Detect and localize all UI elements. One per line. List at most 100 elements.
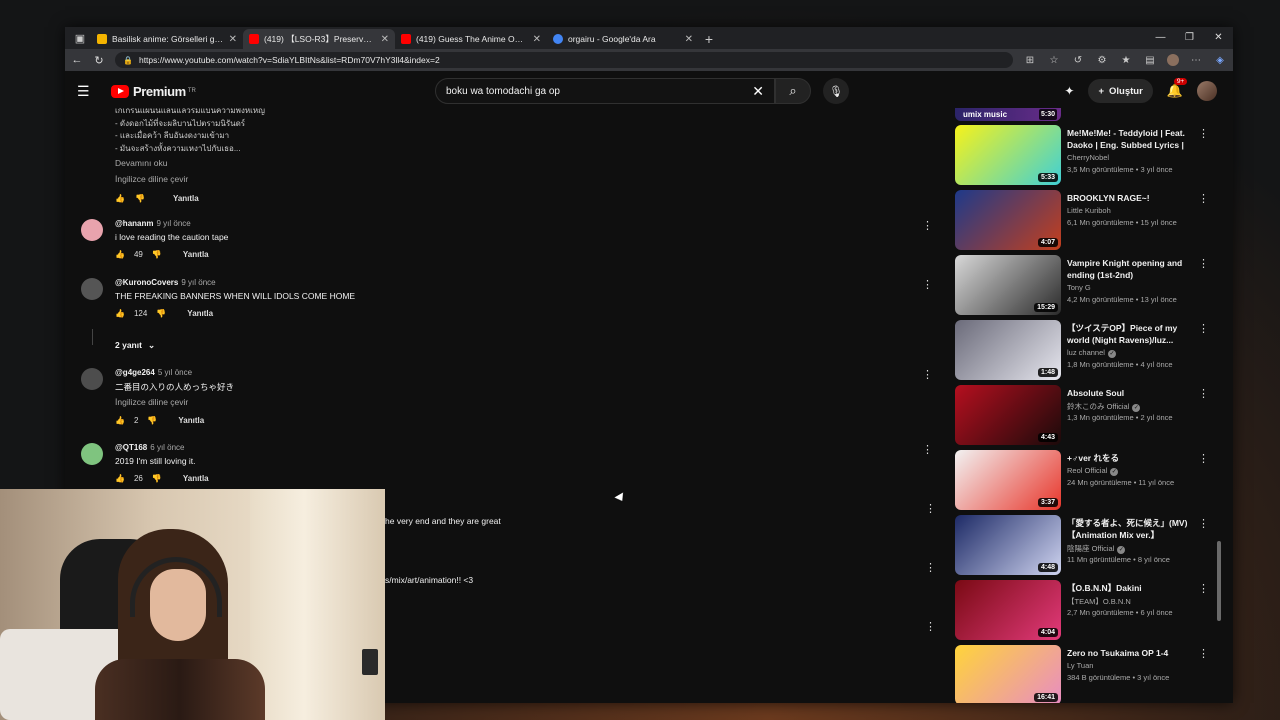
recommended-video[interactable]: 4:48 「愛する者よ、死に候え」(MV) 【Animation Mix ver.… xyxy=(955,515,1223,577)
like-icon[interactable]: 👍 xyxy=(115,194,125,203)
more-options-icon[interactable]: ⋮ xyxy=(1198,127,1209,140)
recommended-video[interactable]: 5:33 Me!Me!Me! - Teddyloid | Feat. Daoko … xyxy=(955,125,1223,187)
channel-name[interactable]: 【TEAM】O.B.N.N xyxy=(1067,596,1131,607)
recommended-video[interactable]: 15:29 Vampire Knight opening and ending (… xyxy=(955,255,1223,317)
video-thumbnail[interactable]: 4:48 xyxy=(955,515,1061,575)
lock-icon[interactable]: 🔒 xyxy=(123,56,133,65)
show-replies-button[interactable]: 2 yanıt ⌄ xyxy=(115,340,155,351)
translate-link[interactable]: İngilizce diline çevir xyxy=(115,174,188,184)
more-options-icon[interactable]: ⋮ xyxy=(922,443,933,456)
more-options-icon[interactable]: ⋮ xyxy=(925,502,936,515)
video-thumbnail[interactable]: 1:48 xyxy=(955,320,1061,380)
close-tab-icon[interactable]: ✕ xyxy=(381,34,389,45)
channel-name[interactable]: Tony G xyxy=(1067,283,1091,292)
scrollbar[interactable] xyxy=(1217,541,1221,621)
like-icon[interactable]: 👍 xyxy=(115,416,125,425)
avatar[interactable] xyxy=(81,278,103,300)
settings-menu-icon[interactable]: ⋯ xyxy=(1189,55,1203,66)
more-options-icon[interactable]: ⋮ xyxy=(922,219,933,232)
comment-age[interactable]: 9 yıl önce xyxy=(181,278,215,287)
voice-search-button[interactable]: 🎙 xyxy=(823,78,849,104)
favorites-icon[interactable]: ★ xyxy=(1119,55,1133,66)
account-avatar[interactable] xyxy=(1197,81,1217,101)
close-tab-icon[interactable]: ✕ xyxy=(685,34,693,45)
like-icon[interactable]: 👍 xyxy=(115,309,125,318)
channel-name[interactable]: 鈴木このみ Official ✓ xyxy=(1067,401,1141,412)
reply-button[interactable]: Yanıtla xyxy=(178,416,204,425)
like-icon[interactable]: 👍 xyxy=(115,474,125,483)
read-more-link[interactable]: Devamını oku xyxy=(115,158,167,168)
more-options-icon[interactable]: ⋮ xyxy=(1198,192,1209,205)
avatar[interactable] xyxy=(81,443,103,465)
close-tab-icon[interactable]: ✕ xyxy=(533,34,541,45)
reply-button[interactable]: Yanıtla xyxy=(187,309,213,318)
close-tab-icon[interactable]: ✕ xyxy=(229,34,237,45)
restore-icon[interactable]: ❐ xyxy=(1175,27,1204,49)
video-thumbnail[interactable]: 3:37 xyxy=(955,450,1061,510)
dislike-icon[interactable]: 👎 xyxy=(135,194,145,203)
dislike-icon[interactable]: 👎 xyxy=(152,250,162,259)
tab-guess-anime[interactable]: (419) Guess The Anime Opening ( ✕ xyxy=(395,29,547,49)
recommended-video[interactable]: 1:48 【ツイステOP】Piece of my world (Night Rav… xyxy=(955,320,1223,382)
avatar[interactable] xyxy=(81,219,103,241)
dislike-icon[interactable]: 👎 xyxy=(156,309,166,318)
tab-basilisk[interactable]: Basilisk anime: Görselleri görüntül ✕ xyxy=(91,29,243,49)
recommended-video[interactable]: 16:41 Zero no Tsukaima OP 1-4 Ly Tuan 384 B… xyxy=(955,645,1223,703)
new-tab-icon[interactable]: + xyxy=(699,29,719,49)
video-title[interactable]: BROOKLYN RAGE~! xyxy=(1067,192,1193,204)
more-options-icon[interactable]: ⋮ xyxy=(1198,647,1209,660)
search-input[interactable]: boku wa tomodachi ga op ✕ xyxy=(435,78,775,104)
copilot-icon[interactable]: ◈ xyxy=(1213,55,1227,66)
comment-author[interactable]: @KuronoCovers xyxy=(115,278,178,287)
video-thumbnail[interactable]: 4:04 xyxy=(955,580,1061,640)
dislike-icon[interactable]: 👎 xyxy=(147,416,157,425)
minimize-icon[interactable]: — xyxy=(1146,27,1175,49)
more-options-icon[interactable]: ⋮ xyxy=(1198,387,1209,400)
comment-author[interactable]: @hananm xyxy=(115,219,153,228)
video-thumbnail-partial[interactable]: umix music 5:30 xyxy=(955,108,1061,121)
video-title[interactable]: 【O.B.N.N】Dakini xyxy=(1067,582,1193,594)
translate-link[interactable]: İngilizce diline çevir xyxy=(115,397,188,407)
video-title[interactable]: Zero no Tsukaima OP 1-4 xyxy=(1067,647,1193,659)
comment-age[interactable]: 9 yıl önce xyxy=(156,219,190,228)
reply-button[interactable]: Yanıtla xyxy=(183,474,209,483)
dislike-icon[interactable]: 👎 xyxy=(152,474,162,483)
reload-icon[interactable]: ↻ xyxy=(93,54,105,67)
tab-actions-icon[interactable]: ▣ xyxy=(69,27,91,49)
app-available-icon[interactable]: ⊞ xyxy=(1023,55,1037,66)
channel-name[interactable]: Reol Official ✓ xyxy=(1067,466,1119,476)
recommended-video[interactable]: 4:43 Absolute Soul 鈴木このみ Official ✓ 1,3 Mn g… xyxy=(955,385,1223,447)
youtube-premium-logo[interactable]: Premium TR xyxy=(111,84,196,99)
channel-name[interactable]: luz channel ✓ xyxy=(1067,348,1116,358)
favorite-star-icon[interactable]: ☆ xyxy=(1047,55,1061,66)
more-options-icon[interactable]: ⋮ xyxy=(922,368,933,381)
video-title[interactable]: Vampire Knight opening and ending (1st-2… xyxy=(1067,257,1193,281)
refresh-extension-icon[interactable]: ↺ xyxy=(1071,55,1085,66)
video-title[interactable]: Absolute Soul xyxy=(1067,387,1193,399)
channel-name[interactable]: Ly Tuan xyxy=(1067,661,1093,670)
recommended-video[interactable]: 4:04 【O.B.N.N】Dakini 【TEAM】O.B.N.N 2,7 Mn g… xyxy=(955,580,1223,642)
comment-age[interactable]: 5 yıl önce xyxy=(158,368,192,377)
like-icon[interactable]: 👍 xyxy=(115,250,125,259)
browser-profile-avatar[interactable] xyxy=(1167,54,1179,66)
more-options-icon[interactable]: ⋮ xyxy=(1198,257,1209,270)
address-bar[interactable]: 🔒 https://www.youtube.com/watch?v=SdiaYL… xyxy=(115,52,1013,68)
reply-button[interactable]: Yanıtla xyxy=(173,194,199,203)
video-thumbnail[interactable]: 4:07 xyxy=(955,190,1061,250)
video-thumbnail[interactable]: 15:29 xyxy=(955,255,1061,315)
channel-name[interactable]: CherryNobel xyxy=(1067,153,1109,162)
close-window-icon[interactable]: ✕ xyxy=(1204,27,1233,49)
recommended-video[interactable]: 4:07 BROOKLYN RAGE~! Little Kuriboh 6,1 Mn … xyxy=(955,190,1223,252)
youtube-studio-icon[interactable]: ✦ xyxy=(1064,84,1074,98)
more-options-icon[interactable]: ⋮ xyxy=(922,278,933,291)
comment-author[interactable]: @QT168 xyxy=(115,443,147,452)
create-button[interactable]: + Oluştur xyxy=(1088,79,1153,103)
extensions-icon[interactable]: ⚙ xyxy=(1095,55,1109,66)
clear-search-icon[interactable]: ✕ xyxy=(752,83,764,100)
reply-button[interactable]: Yanıtla xyxy=(183,250,209,259)
more-options-icon[interactable]: ⋮ xyxy=(925,620,936,633)
search-button[interactable]: ⌕ xyxy=(775,78,811,104)
comment-author[interactable]: @g4ge264 xyxy=(115,368,155,377)
tab-preserved-roses[interactable]: (419) 【LSO-R3】Preserved Roses【 ✕ xyxy=(243,29,395,49)
video-title[interactable]: +♂ver れをる xyxy=(1067,452,1193,464)
